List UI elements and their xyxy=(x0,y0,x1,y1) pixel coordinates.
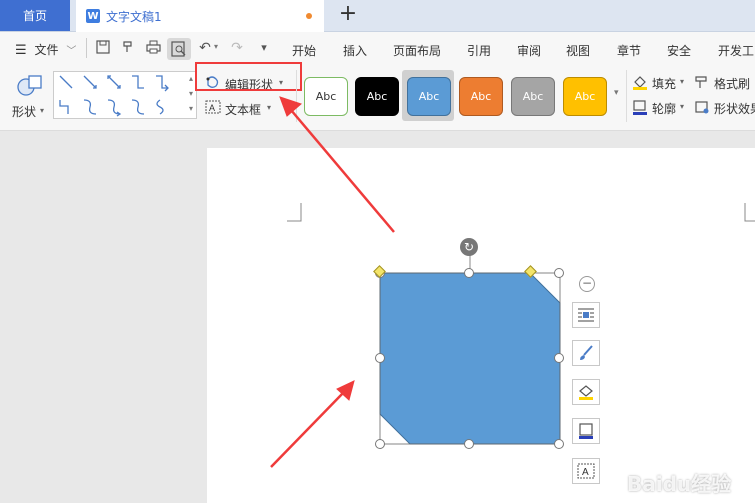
resize-handle-left[interactable] xyxy=(375,353,385,363)
menu-insert[interactable]: 插入 xyxy=(343,42,367,59)
line-shapes-gallery[interactable] xyxy=(53,71,197,119)
outline-icon xyxy=(579,423,593,439)
shape-style-preset[interactable]: Abc xyxy=(511,77,555,116)
menu-references[interactable]: 引用 xyxy=(467,42,491,59)
shape-style-preset[interactable]: Abc xyxy=(563,77,607,116)
menu-review[interactable]: 审阅 xyxy=(517,42,541,59)
resize-handle-bottom[interactable] xyxy=(464,439,474,449)
tab-document[interactable]: W 文字文稿1 xyxy=(76,0,324,32)
menu-view[interactable]: 视图 xyxy=(566,42,590,59)
svg-text:A: A xyxy=(582,467,589,478)
margin-mark-left xyxy=(287,203,302,222)
writer-doc-icon: W xyxy=(86,9,100,23)
shape-label: 形状 xyxy=(12,105,37,119)
more-options-button[interactable]: A xyxy=(572,458,600,484)
text-box-icon: A xyxy=(205,100,221,114)
svg-text:A: A xyxy=(209,103,215,113)
watermark: Baidu经验 xyxy=(627,472,732,496)
quick-access-more-icon[interactable]: ▾ xyxy=(256,40,272,56)
divider xyxy=(626,70,627,122)
fill-bucket-icon xyxy=(633,76,647,90)
text-box-button[interactable]: A 文本框 ▾ xyxy=(205,99,285,117)
print-preview-icon xyxy=(171,41,186,57)
chevron-down-icon: ▾ xyxy=(267,103,272,112)
divider xyxy=(296,70,297,122)
print-preview-button[interactable] xyxy=(167,38,191,60)
rotate-handle-icon[interactable]: ↻ xyxy=(460,238,478,256)
shape-style-preset[interactable]: Abc xyxy=(459,77,503,116)
tab-document-title: 文字文稿1 xyxy=(106,9,162,24)
shape-style-preset[interactable]: Abc xyxy=(304,77,348,116)
menu-section[interactable]: 章节 xyxy=(617,42,641,59)
menu-bar xyxy=(0,32,755,66)
hamburger-icon: ☰ xyxy=(15,43,27,58)
fill-bucket-icon xyxy=(579,385,593,400)
text-box-icon: A xyxy=(577,463,595,479)
chevron-down-icon: ▾ xyxy=(40,106,45,115)
outline-button[interactable]: 轮廓 ▾ xyxy=(632,99,690,117)
format-painter-icon[interactable] xyxy=(120,40,136,56)
outline-icon xyxy=(633,100,647,115)
print-icon[interactable] xyxy=(145,40,161,56)
resize-handle-bottom-right[interactable] xyxy=(554,439,564,449)
shape-gallery-button[interactable]: 形状 ▾ xyxy=(10,73,46,121)
chevron-down-icon: ▾ xyxy=(680,102,685,111)
paintbrush-icon xyxy=(580,345,593,360)
resize-handle-top[interactable] xyxy=(464,268,474,278)
new-tab-button[interactable]: + xyxy=(336,3,360,27)
resize-handle-right[interactable] xyxy=(554,353,564,363)
tab-home-label: 首页 xyxy=(22,9,47,23)
format-brush-button[interactable]: 格式刷 xyxy=(694,74,755,92)
fill-button[interactable]: 填充 ▾ xyxy=(632,74,690,92)
undo-dropdown-icon[interactable]: ▾ xyxy=(214,42,218,51)
redo-icon[interactable]: ↷ xyxy=(229,40,245,56)
text-wrap-icon xyxy=(578,308,594,322)
shape-effect-button[interactable]: 形状效果 xyxy=(694,99,755,117)
shape-effect-label: 形状效果 xyxy=(714,102,755,116)
line-shapes-icon xyxy=(59,75,169,117)
menu-security[interactable]: 安全 xyxy=(667,42,691,59)
resize-handle-top-right[interactable] xyxy=(554,268,564,278)
file-menu-label: 文件 xyxy=(34,43,59,57)
collapse-toolbar-icon[interactable]: − xyxy=(579,276,595,292)
chevron-down-icon: ﹀ xyxy=(66,46,77,57)
shape-style-button[interactable] xyxy=(572,340,600,366)
text-box-label: 文本框 xyxy=(225,103,262,117)
menu-start[interactable]: 开始 xyxy=(292,42,316,59)
layout-options-button[interactable] xyxy=(572,302,600,328)
style-more-icon[interactable]: ▾ xyxy=(614,88,619,98)
shape-style-preset[interactable]: Abc xyxy=(355,77,399,116)
format-brush-label: 格式刷 xyxy=(714,77,751,91)
highlight-box xyxy=(195,62,302,91)
shape-outline-button[interactable] xyxy=(572,418,600,444)
shapes-icon xyxy=(17,75,42,96)
save-icon[interactable] xyxy=(95,40,111,56)
menu-developer[interactable]: 开发工 xyxy=(718,42,754,59)
fill-label: 填充 xyxy=(652,77,677,91)
file-menu[interactable]: ☰ 文件 ﹀ xyxy=(15,41,76,58)
divider xyxy=(86,38,87,58)
shape-style-preset[interactable]: Abc xyxy=(407,77,451,116)
margin-mark-right xyxy=(744,203,755,222)
menu-page-layout[interactable]: 页面布局 xyxy=(393,42,441,59)
unsaved-dot-icon xyxy=(306,13,312,19)
outline-label: 轮廓 xyxy=(652,102,677,116)
chevron-down-icon: ▾ xyxy=(680,77,685,86)
shape-fill-button[interactable] xyxy=(572,379,600,405)
resize-handle-bottom-left[interactable] xyxy=(375,439,385,449)
undo-icon[interactable]: ↶ xyxy=(197,40,213,56)
shape-effect-icon xyxy=(695,101,709,114)
tab-home[interactable]: 首页 xyxy=(0,0,70,31)
format-brush-icon xyxy=(695,76,707,88)
